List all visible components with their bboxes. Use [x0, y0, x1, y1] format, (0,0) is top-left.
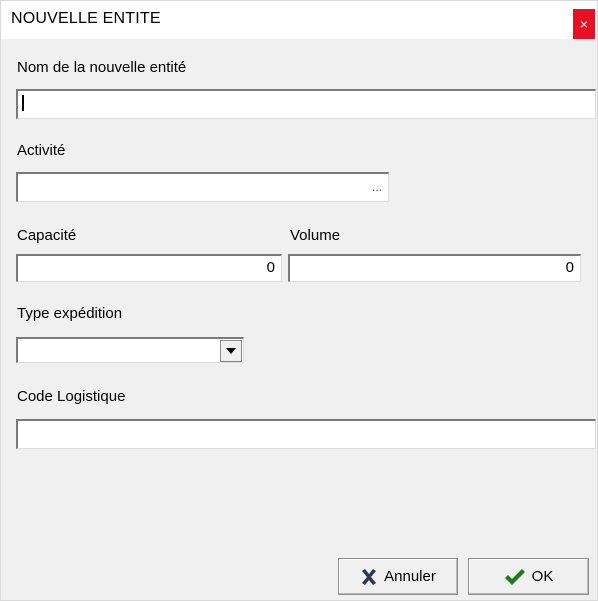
close-button[interactable]: ×: [573, 9, 595, 39]
volume-input[interactable]: 0: [288, 254, 581, 282]
browse-button[interactable]: ...: [372, 180, 382, 194]
title-bar: NOUVELLE ENTITE ×: [1, 1, 597, 39]
nom-label: Nom de la nouvelle entité: [17, 59, 187, 76]
activite-label: Activité: [17, 142, 66, 159]
ok-label: OK: [531, 568, 554, 585]
annuler-label: Annuler: [384, 568, 436, 585]
check-icon: [504, 568, 525, 585]
code-logistique-label: Code Logistique: [17, 388, 126, 405]
volume-value: 0: [565, 259, 574, 276]
ok-button[interactable]: OK: [468, 558, 589, 595]
capacite-input[interactable]: 0: [16, 254, 282, 282]
window-title: NOUVELLE ENTITE: [11, 10, 161, 27]
volume-label: Volume: [290, 227, 341, 244]
annuler-button[interactable]: Annuler: [338, 558, 458, 595]
code-logistique-input[interactable]: [16, 419, 596, 449]
chevron-down-icon: [226, 348, 236, 354]
text-caret: [22, 95, 24, 111]
x-icon: [362, 568, 377, 585]
activite-input[interactable]: ...: [16, 172, 389, 202]
dialog-window: NOUVELLE ENTITE × Nom de la nouvelle ent…: [0, 0, 598, 601]
capacite-label: Capacité: [17, 227, 77, 244]
capacite-value: 0: [266, 259, 275, 276]
type-expedition-select[interactable]: [16, 337, 244, 363]
close-icon: ×: [579, 16, 589, 32]
dropdown-button[interactable]: [220, 340, 242, 362]
nom-input[interactable]: [16, 89, 596, 119]
type-expedition-label: Type expédition: [17, 305, 123, 322]
